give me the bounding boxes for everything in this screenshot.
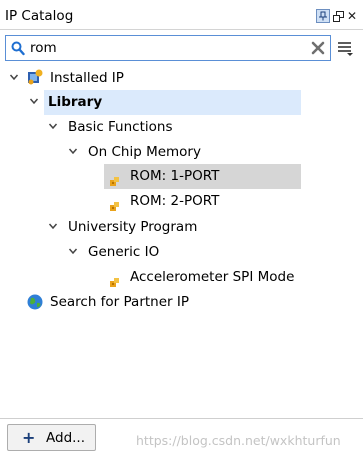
add-button[interactable]: + Add...: [7, 424, 96, 451]
clear-search-icon[interactable]: [311, 41, 325, 59]
expand-arrow-icon[interactable]: [7, 66, 21, 91]
globe-icon: [27, 294, 43, 319]
expand-arrow-icon[interactable]: [46, 115, 60, 140]
expand-arrow-icon[interactable]: [66, 140, 80, 165]
plus-icon: +: [22, 428, 36, 447]
tree-item-on-chip-memory[interactable]: On Chip Memory: [0, 140, 301, 165]
tree-item-accelerometer-spi-mode[interactable]: Accelerometer SPI Mode: [104, 265, 324, 290]
add-button-label: Add...: [46, 430, 86, 446]
search-box[interactable]: [5, 35, 331, 61]
tree-item-installed-ip[interactable]: Installed IP: [0, 66, 301, 91]
panel-title: IP Catalog: [5, 8, 74, 24]
expand-arrow-icon[interactable]: [66, 240, 80, 265]
tree-label: Basic Functions: [68, 119, 173, 135]
tree-item-library[interactable]: Library: [0, 90, 301, 115]
tree-item-basic-functions[interactable]: Basic Functions: [0, 115, 301, 140]
footer-bar: + Add... https://blog.csdn.net/wxkhturfu…: [0, 418, 363, 463]
pin-icon[interactable]: [316, 9, 330, 23]
tree-item-generic-io[interactable]: Generic IO: [0, 240, 301, 265]
tree-label: University Program: [68, 219, 198, 235]
expand-arrow-icon[interactable]: [46, 215, 60, 240]
tree-item-rom-2-port[interactable]: ROM: 2-PORT: [104, 189, 301, 214]
tree-label: ROM: 2-PORT: [130, 193, 220, 209]
search-input[interactable]: [30, 39, 300, 57]
tree-label: Search for Partner IP: [50, 294, 190, 310]
float-window-icon[interactable]: [331, 9, 345, 23]
tree-label: ROM: 1-PORT: [130, 168, 220, 184]
close-icon[interactable]: ✕: [345, 9, 359, 23]
watermark-text: https://blog.csdn.net/wxkhturfun: [136, 433, 341, 448]
tree-label: Generic IO: [88, 244, 160, 260]
tree-item-rom-1-port[interactable]: ROM: 1-PORT: [104, 164, 301, 189]
search-row: [0, 30, 363, 66]
tree-item-search-partner-ip[interactable]: Search for Partner IP: [0, 290, 301, 315]
tree-label: Library: [48, 94, 103, 110]
tree-item-university-program[interactable]: University Program: [0, 215, 301, 240]
tree-label: On Chip Memory: [88, 144, 201, 160]
expand-arrow-icon[interactable]: [27, 90, 41, 115]
search-icon: [11, 41, 25, 60]
title-bar: IP Catalog ✕: [0, 0, 363, 30]
tree-label: Accelerometer SPI Mode: [130, 269, 295, 285]
options-menu-icon[interactable]: [337, 40, 355, 60]
tree-label: Installed IP: [50, 70, 124, 86]
